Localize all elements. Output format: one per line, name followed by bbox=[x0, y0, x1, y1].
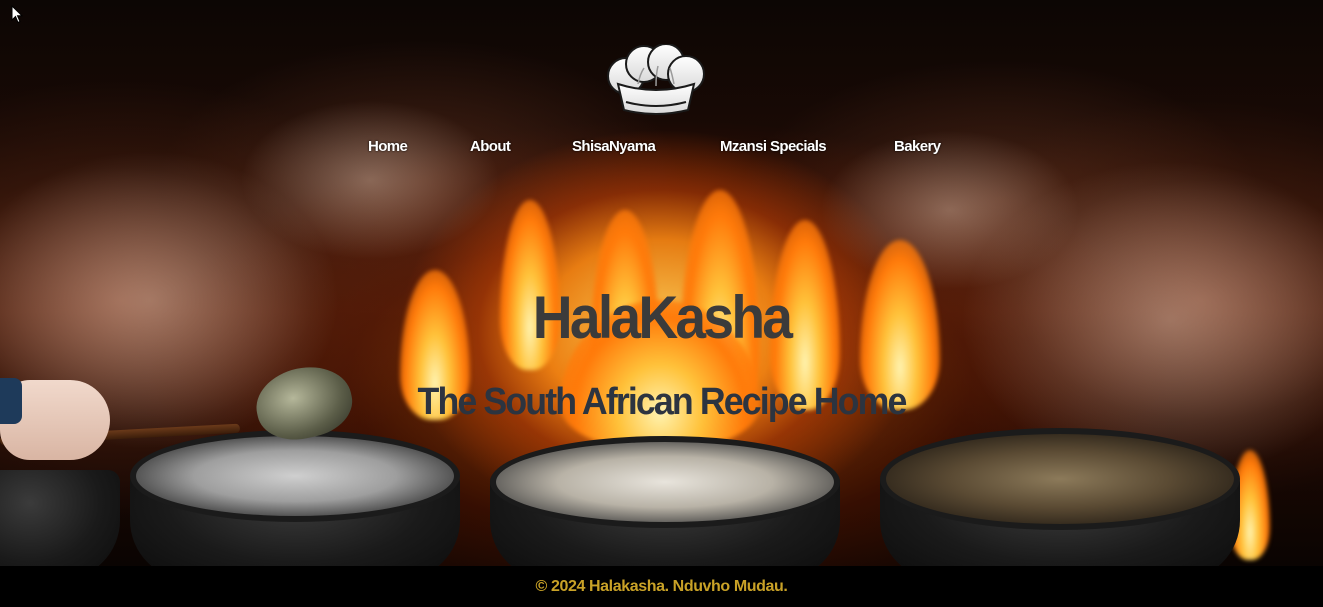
footer-copyright: © 2024 Halakasha. Nduvho Mudau. bbox=[535, 578, 788, 595]
main-nav: Home About ShisaNyama Mzansi Specials Ba… bbox=[0, 136, 1323, 160]
pot-rim bbox=[490, 436, 840, 528]
chef-hat-icon[interactable] bbox=[604, 44, 708, 116]
nav-item-home[interactable]: Home bbox=[368, 136, 408, 158]
pot-rim bbox=[130, 430, 460, 522]
hero-title: HalaKasha bbox=[532, 284, 793, 351]
steam-cloud bbox=[240, 100, 500, 260]
page: Home About ShisaNyama Mzansi Specials Ba… bbox=[0, 0, 1323, 607]
pot-rim bbox=[880, 428, 1240, 530]
mouse-cursor-icon bbox=[11, 5, 23, 24]
nav-item-about[interactable]: About bbox=[470, 136, 511, 158]
footer: © 2024 Halakasha. Nduvho Mudau. bbox=[0, 566, 1323, 607]
cooking-pot bbox=[0, 470, 120, 566]
nav-item-bakery[interactable]: Bakery bbox=[894, 136, 941, 158]
wristwatch bbox=[0, 378, 22, 424]
hero-subtitle: The South African Recipe Home bbox=[417, 381, 908, 423]
nav-item-shisanyama[interactable]: ShisaNyama bbox=[572, 136, 656, 158]
nav-item-mzansi-specials[interactable]: Mzansi Specials bbox=[720, 136, 827, 158]
